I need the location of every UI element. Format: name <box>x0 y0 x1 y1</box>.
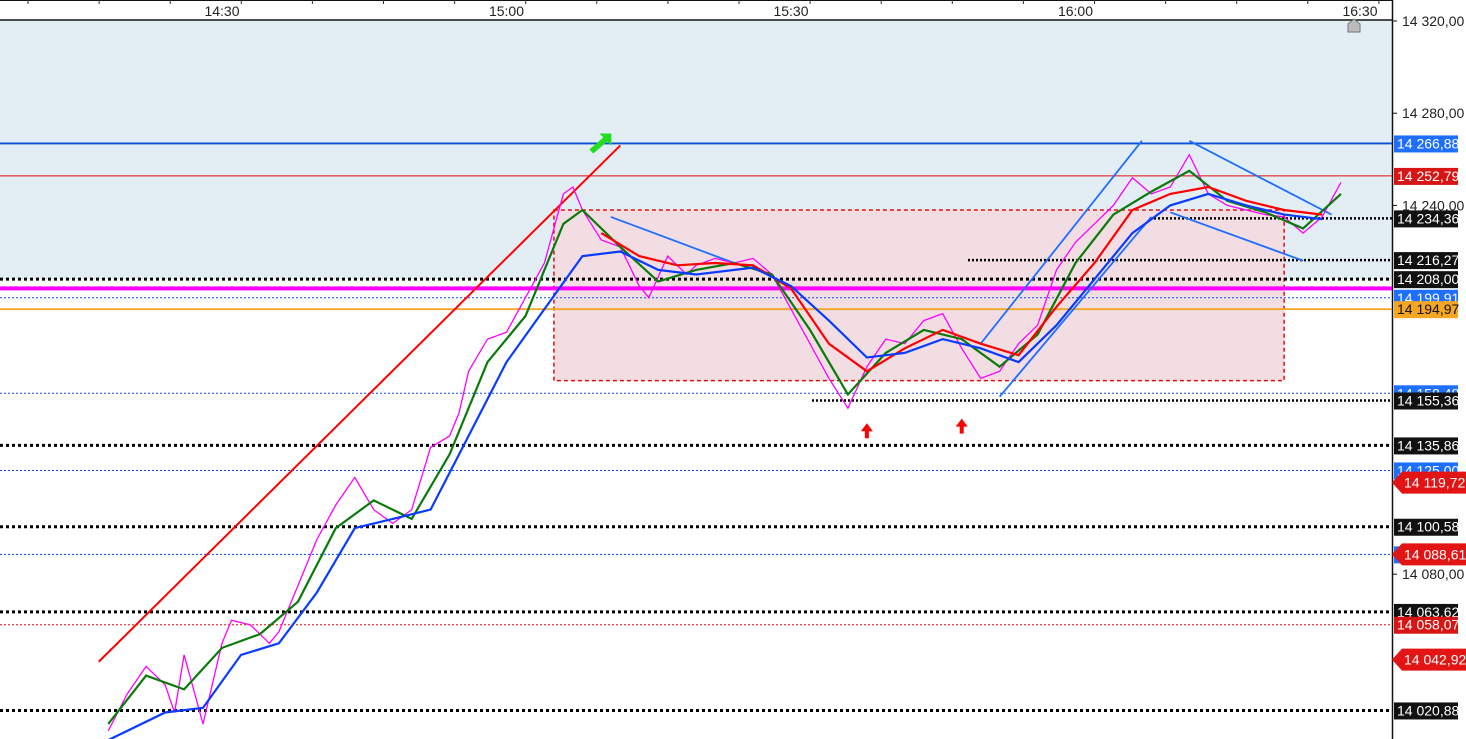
side-arrow-tag-label: 14 042,92 <box>1404 652 1466 668</box>
price-tag-label: 14 216,27 <box>1397 252 1459 268</box>
side-arrow-tag-label: 14 119,72 <box>1404 475 1465 491</box>
price-tag-label: 14 252,79 <box>1397 168 1459 184</box>
time-axis-label: 16:30 <box>1342 3 1377 19</box>
price-axis-label: 14 080,00 <box>1402 566 1464 582</box>
price-tag-label: 14 135,86 <box>1397 437 1459 453</box>
price-axis-label: 14 320,00 <box>1402 13 1464 29</box>
trading-chart[interactable]: 14:30 15:00 15:30 16:00 16:30 14 320,00 14 280… <box>0 0 1466 739</box>
price-axis-label: 14 280,00 <box>1402 105 1464 121</box>
time-axis-label: 16:00 <box>1058 3 1093 19</box>
side-arrow-tag-label: 14 088,61 <box>1404 546 1466 562</box>
time-axis-label: 15:00 <box>489 3 524 19</box>
price-tag-label: 14 194,97 <box>1397 301 1459 317</box>
price-tag-label: 14 058,07 <box>1397 617 1459 633</box>
price-tag-label: 14 100,58 <box>1397 519 1459 535</box>
price-chart-canvas[interactable]: 14:30 15:00 15:30 16:00 16:30 14 320,00 14 280… <box>0 0 1466 739</box>
time-axis-label: 14:30 <box>204 3 239 19</box>
time-axis-label: 15:30 <box>773 3 808 19</box>
price-tag-label: 14 234,36 <box>1397 210 1459 226</box>
price-tag-label: 14 020,88 <box>1397 702 1459 718</box>
price-tag-label: 14 155,36 <box>1397 392 1459 408</box>
price-tag-label: 14 208,00 <box>1397 271 1459 287</box>
range-box[interactable] <box>553 209 1285 382</box>
price-tag-label: 14 266,88 <box>1397 135 1459 151</box>
